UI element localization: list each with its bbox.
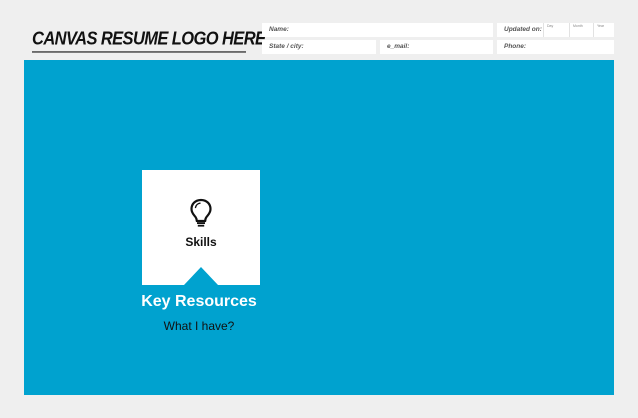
name-field[interactable]: Name:	[262, 23, 493, 37]
day-cell[interactable]: Day	[543, 23, 569, 37]
month-cell[interactable]: Month	[569, 23, 593, 37]
key-resources-title: Key Resources	[141, 293, 257, 310]
state-city-field[interactable]: State / city:	[262, 40, 376, 54]
skills-label: Skills	[185, 235, 217, 249]
canvas-area: Skills Key Resources What I have?	[24, 60, 614, 395]
state-city-label: State / city:	[269, 43, 304, 50]
key-resources-subtitle: What I have?	[163, 319, 235, 333]
updated-on-label: Updated on:	[504, 26, 542, 33]
email-field[interactable]: e_mail:	[380, 40, 493, 54]
lightbulb-icon	[190, 198, 212, 227]
phone-label: Phone:	[504, 43, 527, 50]
year-label: Year	[597, 24, 605, 28]
phone-field[interactable]: Phone:	[497, 40, 614, 54]
day-label: Day	[547, 24, 554, 28]
skills-card[interactable]: Skills	[142, 170, 260, 285]
name-label: Name:	[269, 26, 289, 33]
logo-text: CANVAS RESUME LOGO HERE	[32, 29, 266, 53]
year-cell[interactable]: Year	[593, 23, 614, 37]
month-label: Month	[573, 24, 583, 28]
email-label: e_mail:	[387, 43, 410, 50]
